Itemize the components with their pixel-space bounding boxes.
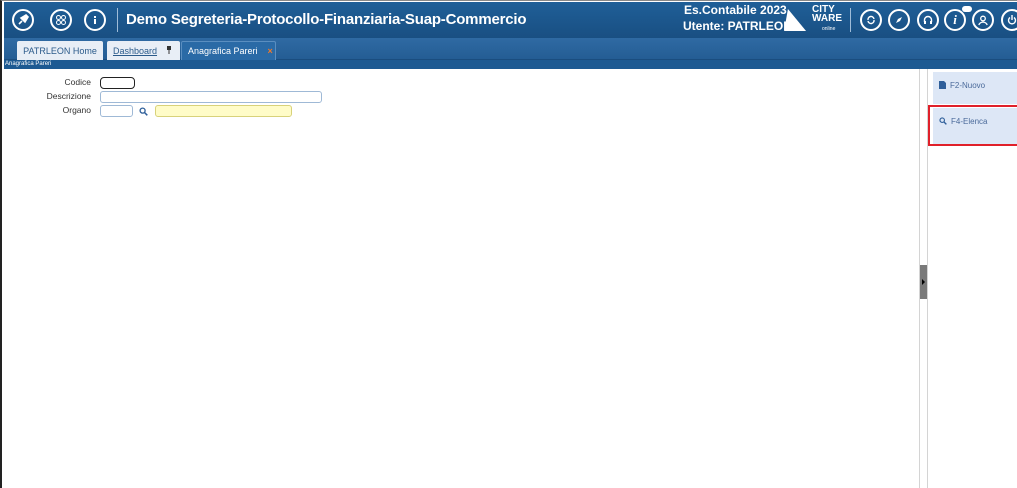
nuovo-button-label: F2-Nuovo [950,81,986,90]
tab-anagrafica-pareri[interactable]: Anagrafica Pareri × [181,41,276,60]
collapse-handle[interactable] [920,265,927,299]
current-user: Utente: PATRLEON [683,19,792,33]
power-icon[interactable] [1001,9,1017,31]
tab-dashboard[interactable]: Dashboard [107,41,180,60]
breadcrumb: Anagrafica Pareri [4,60,1017,69]
codice-label: Codice [64,77,91,87]
refresh-icon[interactable] [860,9,882,31]
organo-description-field [155,105,292,117]
compass-icon[interactable] [888,9,910,31]
new-document-icon [939,81,946,91]
close-tab-icon[interactable]: × [268,46,273,56]
descrizione-field[interactable] [100,91,322,103]
header-divider [117,8,118,32]
pin-icon[interactable] [166,45,172,56]
fiscal-year: Es.Contabile 2023 [684,3,787,17]
nuovo-button[interactable]: F2-Nuovo [933,72,1017,104]
app-header: Demo Segreteria-Protocollo-Finanziaria-S… [4,2,1017,38]
rocket-icon[interactable] [12,9,34,31]
tab-home[interactable]: PATRLEON Home [17,41,103,60]
form-area: Codice Descrizione Organo [4,69,919,488]
descrizione-label: Descrizione [46,91,91,101]
organo-field[interactable] [100,105,133,117]
app-title: Demo Segreteria-Protocollo-Finanziaria-S… [126,11,527,28]
organo-label: Organo [62,105,91,115]
header-divider [850,8,851,32]
user-icon[interactable] [972,9,994,31]
info-italic-icon[interactable]: i [944,9,966,31]
grid-icon[interactable] [50,9,72,31]
codice-field[interactable] [100,77,135,89]
headset-icon[interactable] [917,9,939,31]
tab-dashboard-label: Dashboard [113,45,158,56]
app-window: Demo Segreteria-Protocollo-Finanziaria-S… [0,0,1017,488]
info-icon[interactable] [84,9,106,31]
tab-home-label: PATRLEON Home [23,45,97,56]
chevron-right-icon [922,279,925,285]
search-icon[interactable] [136,105,150,117]
highlight-box [928,105,1017,146]
cityware-logo: CITY WARE online [784,5,850,35]
panel-splitter[interactable] [919,69,928,488]
tab-bar: PATRLEON Home Dashboard Anagrafica Parer… [4,38,1017,60]
tab-anagrafica-label: Anagrafica Pareri [188,46,258,56]
notification-badge [962,6,972,12]
